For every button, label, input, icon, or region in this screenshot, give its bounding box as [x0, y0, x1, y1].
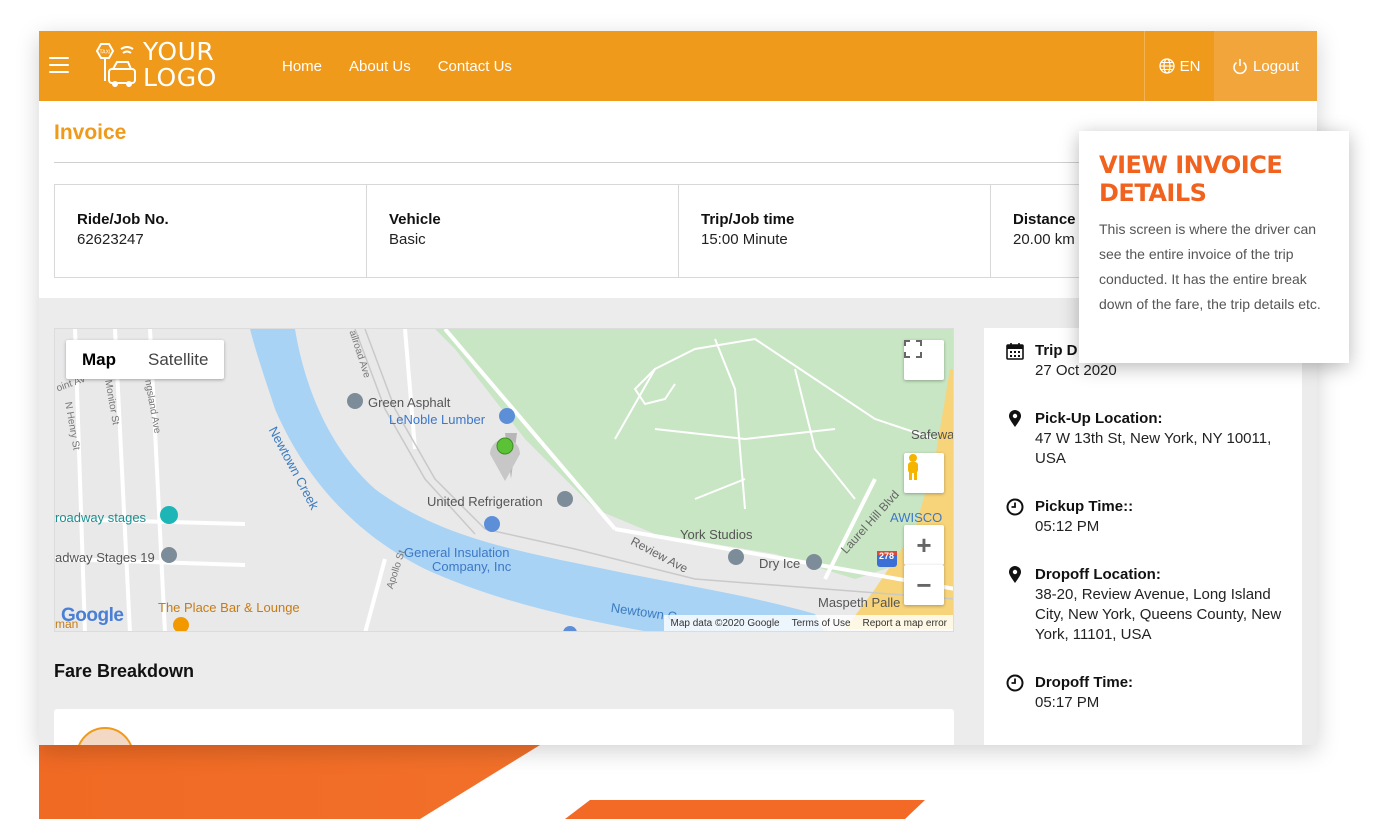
map-label: Dry Ice — [759, 556, 801, 571]
info-label: Vehicle — [389, 211, 441, 228]
language-label: EN — [1179, 57, 1201, 75]
google-logo[interactable]: Google — [61, 605, 124, 627]
info-value: 62623247 — [77, 231, 144, 248]
map-label: The Place Bar & Lounge — [158, 600, 300, 615]
trip-value: 05:12 PM — [1035, 518, 1100, 535]
minus-icon: − — [916, 569, 932, 600]
logout-button[interactable]: Logout — [1214, 31, 1317, 101]
trip-details-panel: Trip D 27 Oct 2020 Pick-Up Location: 47 … — [984, 328, 1302, 745]
map-label: AWISCO — [890, 510, 943, 525]
trip-value: 05:17 PM — [1035, 694, 1100, 711]
map-tab-map[interactable]: Map — [66, 340, 132, 379]
hamburger-menu-icon[interactable] — [49, 57, 69, 75]
info-label: Trip/Job time — [701, 211, 795, 228]
fullscreen-button[interactable] — [904, 340, 944, 380]
nav-contact-link[interactable]: Contact Us — [438, 58, 512, 75]
logout-label: Logout — [1253, 57, 1299, 75]
header-actions: EN Logout — [1144, 31, 1317, 101]
zoom-in-button[interactable]: + — [904, 525, 944, 565]
map-label: adway Stages 19 — [55, 550, 155, 565]
google-logo-text: Google — [61, 605, 124, 626]
trip-label: Pick-Up Location: — [1035, 410, 1163, 427]
map-label: LeNoble Lumber — [389, 412, 486, 427]
street-view-pegman[interactable] — [904, 453, 944, 493]
trip-label: Dropoff Time: — [1035, 674, 1134, 691]
trip-label: Dropoff Location: — [1035, 566, 1161, 583]
route-marker-icon — [490, 433, 520, 481]
stage: TAXI YOUR LOGO Home About Us Contact Us — [0, 0, 1388, 819]
map-label: Maspeth Palle — [818, 595, 901, 610]
info-cell-trip-time: Trip/Job time 15:00 Minute — [679, 185, 991, 277]
top-navigation-bar: TAXI YOUR LOGO Home About Us Contact Us — [39, 31, 1317, 101]
report-map-error-link[interactable]: Report a map error — [863, 618, 947, 629]
power-icon — [1233, 58, 1247, 74]
fullscreen-icon — [904, 340, 922, 358]
map-label: York Studios — [680, 527, 753, 542]
route-map[interactable]: Green Asphalt LeNoble Lumber Newtown Cre… — [54, 328, 954, 632]
fare-breakdown-title: Fare Breakdown — [54, 661, 195, 681]
terms-of-use-link[interactable]: Terms of Use — [792, 618, 851, 629]
info-value: 15:00 Minute — [701, 231, 788, 248]
pegman-icon — [908, 454, 918, 480]
info-value: Basic — [389, 231, 426, 248]
info-cell-vehicle: Vehicle Basic — [367, 185, 679, 277]
info-cell-ride-no: Ride/Job No. 62623247 — [55, 185, 367, 277]
map-label: roadway stages — [55, 510, 147, 525]
trip-item-dropoff-time: Dropoff Time: 05:17 PM — [1006, 673, 1296, 713]
trip-item-pickup-time: Pickup Time:: 05:12 PM — [1006, 497, 1296, 537]
map-label: Company, Inc — [432, 559, 512, 574]
globe-icon — [1158, 58, 1175, 74]
main-nav: Home About Us Contact Us — [282, 31, 512, 101]
map-type-toggle: Map Satellite — [66, 340, 225, 379]
calendar-icon — [1006, 343, 1024, 360]
clock-icon — [1006, 498, 1024, 516]
nav-home-link[interactable]: Home — [282, 58, 322, 75]
location-pin-icon — [1009, 566, 1021, 583]
map-label: United Refrigeration — [427, 494, 543, 509]
location-pin-icon — [1009, 410, 1021, 427]
zoom-out-button[interactable]: − — [904, 565, 944, 605]
trip-label: Pickup Time:: — [1035, 498, 1134, 515]
trip-value: 27 Oct 2020 — [1035, 362, 1117, 379]
info-label: Ride/Job No. — [77, 211, 169, 228]
trip-value: 38-20, Review Avenue, Long Island City, … — [1035, 586, 1282, 643]
nav-about-link[interactable]: About Us — [349, 58, 411, 75]
trip-value: 47 W 13th St, New York, NY 10011, USA — [1035, 430, 1272, 467]
map-data-credit: Map data ©2020 Google — [670, 617, 780, 629]
taxi-logo-icon: TAXI — [95, 43, 136, 87]
logo-line-2: LOGO — [143, 63, 217, 92]
map-attribution: Map data ©2020 Google Terms of Use Repor… — [664, 615, 953, 631]
callout-title: VIEW INVOICE DETAILS — [1099, 151, 1283, 207]
map-tab-satellite[interactable]: Satellite — [132, 340, 224, 379]
trip-item-dropoff-location: Dropoff Location: 38-20, Review Avenue, … — [1006, 565, 1296, 645]
avatar — [76, 727, 134, 745]
clock-icon — [1006, 674, 1024, 692]
page-title: Invoice — [54, 121, 127, 144]
plus-icon: + — [916, 529, 932, 560]
logo-line-1: YOUR — [143, 37, 215, 66]
highway-shield-label: 278 — [879, 551, 895, 561]
trip-item-pickup-location: Pick-Up Location: 47 W 13th St, New York… — [1006, 409, 1296, 469]
map-label: Green Asphalt — [368, 395, 451, 410]
logo-text[interactable]: YOUR LOGO — [143, 39, 217, 91]
callout-body: This screen is where the driver can see … — [1099, 221, 1321, 312]
fare-breakdown-card — [54, 709, 954, 745]
map-label: General Insulation — [404, 545, 510, 560]
feature-callout-card: VIEW INVOICE DETAILS This screen is wher… — [1079, 131, 1349, 363]
language-selector[interactable]: EN — [1144, 31, 1214, 101]
map-label: Safewa — [911, 427, 954, 442]
svg-text:TAXI: TAXI — [99, 50, 111, 56]
